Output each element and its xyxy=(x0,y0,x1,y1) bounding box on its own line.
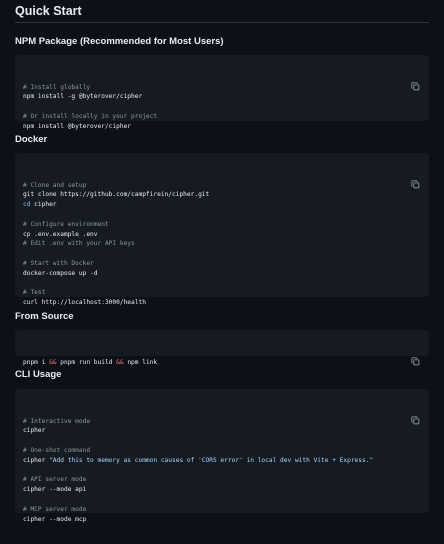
code-line: # Test xyxy=(23,289,46,297)
code-line: npm install @byterover/cipher xyxy=(23,122,132,130)
code-line: cipher --mode api xyxy=(23,486,87,494)
code-line: # One-shot command xyxy=(23,446,91,454)
cli-code: # Interactive mode cipher # One-shot comm… xyxy=(23,417,421,525)
code-line: # Start with Docker xyxy=(23,259,94,267)
code-line: cp .env.example .env xyxy=(23,230,98,238)
code-line: # MCP server mode xyxy=(23,505,87,513)
source-command: pnpm i && pnpm run build && npm link xyxy=(23,358,158,366)
docker-code-block: # Clone and setup git clone https://githu… xyxy=(15,153,429,306)
code-line: npm install -g @byterover/cipher xyxy=(23,93,143,101)
code-line: cd cipher xyxy=(23,201,57,209)
code-line: # Interactive mode xyxy=(23,417,91,425)
docker-code: # Clone and setup git clone https://githu… xyxy=(23,181,421,308)
copy-icon[interactable] xyxy=(411,337,420,365)
code-line: cipher "Add this to memory as common cau… xyxy=(23,456,374,464)
npm-code-block: # Install globally npm install -g @bytero… xyxy=(15,55,429,130)
code-line: cipher --mode mcp xyxy=(23,515,87,523)
title-divider xyxy=(15,22,429,23)
code-line: # Clone and setup xyxy=(23,181,87,189)
cli-heading: CLI Usage xyxy=(15,369,62,380)
cli-code-block: # Interactive mode cipher # One-shot comm… xyxy=(15,389,429,523)
npm-code: # Install globally npm install -g @bytero… xyxy=(23,83,421,132)
copy-icon[interactable] xyxy=(411,160,420,188)
source-code-block: pnpm i && pnpm run build && npm link xyxy=(15,330,429,366)
code-line: # Configure environment xyxy=(23,220,109,228)
docker-heading: Docker xyxy=(15,134,48,145)
page-title: Quick Start xyxy=(15,4,82,18)
copy-icon[interactable] xyxy=(411,396,420,424)
code-line: cipher xyxy=(23,427,46,435)
code-line: # API server mode xyxy=(23,476,87,484)
code-line: docker-compose up -d xyxy=(23,269,98,277)
npm-heading: NPM Package (Recommended for Most Users) xyxy=(15,36,224,47)
source-heading: From Source xyxy=(15,311,74,322)
code-line: curl http://localhost:3000/health xyxy=(23,299,146,307)
code-line: # Edit .env with your API keys xyxy=(23,240,135,248)
code-line: git clone https://github.com/campfirein/… xyxy=(23,191,210,199)
code-line: # Install globally xyxy=(23,83,91,91)
code-line: # Or install locally in your project xyxy=(23,112,158,120)
copy-icon[interactable] xyxy=(411,62,420,90)
